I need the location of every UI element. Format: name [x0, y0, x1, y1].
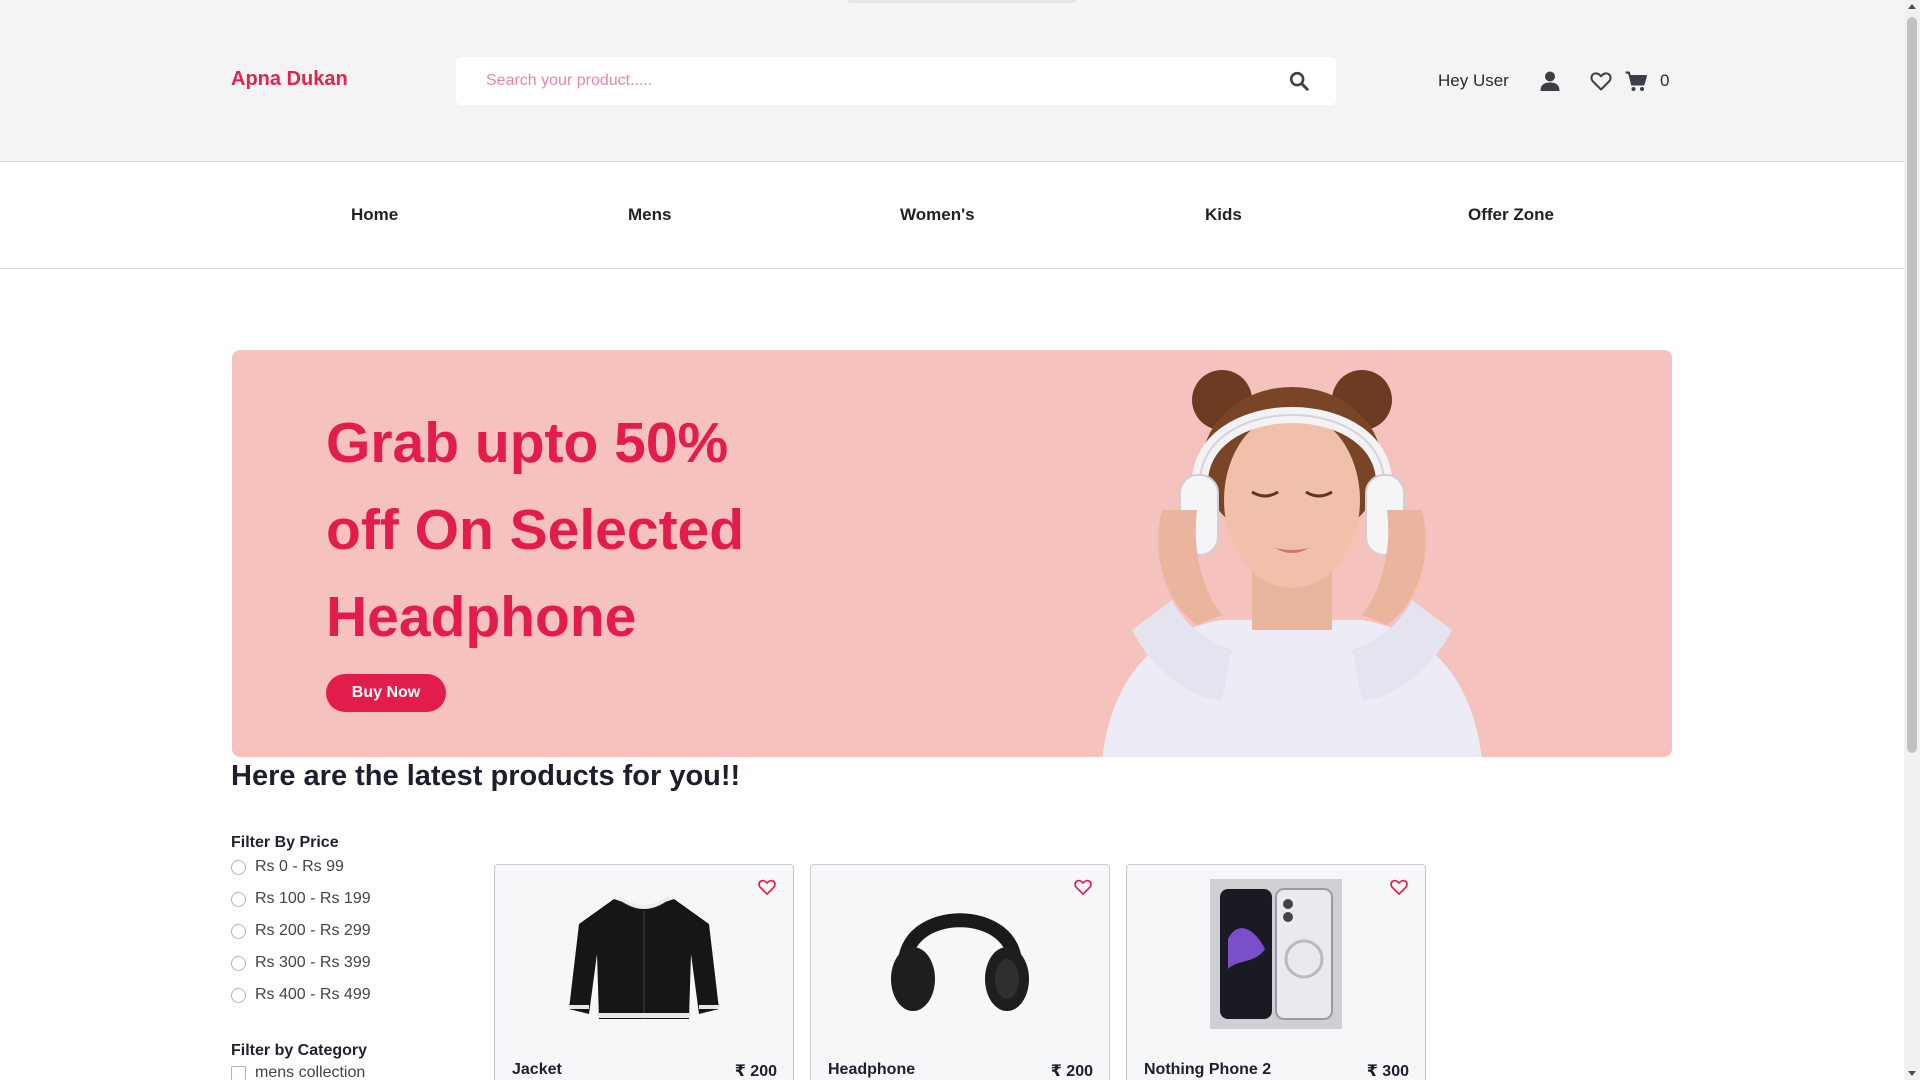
scroll-up-arrow-icon[interactable]: [1908, 4, 1916, 9]
top-notch: [848, 0, 1076, 3]
phone-image: [1210, 879, 1342, 1029]
product-price: ₹ 300: [1366, 1063, 1409, 1080]
price-option[interactable]: Rs 100 - Rs 199: [231, 889, 371, 909]
cart-icon[interactable]: [1624, 69, 1648, 93]
price-radio[interactable]: [231, 923, 246, 939]
hero-headline: Grab upto 50% off On Selected Headphone: [326, 400, 846, 661]
price-option-label: Rs 300 - Rs 399: [255, 954, 371, 971]
brand-logo[interactable]: Apna Dukan: [231, 68, 348, 91]
search-icon[interactable]: [1288, 70, 1310, 92]
price-option[interactable]: Rs 300 - Rs 399: [231, 953, 371, 973]
product-price: ₹ 200: [734, 1063, 777, 1080]
product-card-nothing-phone-2[interactable]: Nothing Phone 2 ₹ 300: [1126, 864, 1426, 1080]
product-name: Jacket: [512, 1061, 562, 1078]
user-icon[interactable]: [1538, 69, 1562, 93]
price-option-label: Rs 100 - Rs 199: [255, 890, 371, 907]
top-header: Apna Dukan Hey User 0: [0, 0, 1904, 162]
product-name: Headphone: [828, 1061, 916, 1078]
hero-line-3: Headphone: [326, 585, 637, 649]
product-price: ₹ 200: [1050, 1063, 1093, 1080]
hero-line-1: Grab upto 50%: [326, 411, 729, 475]
hero-banner: Grab upto 50% off On Selected Headphone …: [232, 350, 1672, 757]
category-option-label: mens collection: [255, 1064, 366, 1080]
product-name: Nothing Phone 2: [1144, 1061, 1272, 1078]
scrollbar-thumb[interactable]: [1907, 17, 1917, 753]
price-radio[interactable]: [231, 891, 246, 907]
filter-category-title: Filter by Category: [231, 1042, 368, 1059]
product-card-headphone[interactable]: Headphone ₹ 200: [810, 864, 1110, 1080]
category-option[interactable]: mens collection: [231, 1063, 365, 1080]
price-option[interactable]: Rs 400 - Rs 499: [231, 985, 371, 1005]
cart-count: 0: [1660, 71, 1670, 90]
nav-kids[interactable]: Kids: [1205, 205, 1242, 225]
nav-home[interactable]: Home: [351, 205, 398, 225]
page-scrollbar[interactable]: [1904, 0, 1920, 1080]
price-option-label: Rs 200 - Rs 299: [255, 922, 371, 939]
scroll-down-arrow-icon[interactable]: [1908, 1071, 1916, 1076]
price-radio[interactable]: [231, 859, 246, 875]
nav-offer-zone[interactable]: Offer Zone: [1468, 205, 1554, 225]
latest-products-heading: Here are the latest products for you!!: [231, 760, 741, 792]
price-option-label: Rs 400 - Rs 499: [255, 986, 371, 1003]
search-input[interactable]: [486, 57, 1266, 105]
nav-womens[interactable]: Women's: [900, 205, 975, 225]
price-option[interactable]: Rs 0 - Rs 99: [231, 857, 344, 877]
category-checkbox[interactable]: [231, 1065, 246, 1080]
wishlist-heart-icon[interactable]: [757, 877, 777, 897]
wishlist-heart-icon[interactable]: [1389, 877, 1409, 897]
wishlist-heart-icon[interactable]: [1073, 877, 1093, 897]
filter-price-title: Filter By Price: [231, 834, 339, 851]
heart-icon[interactable]: [1589, 69, 1613, 93]
price-radio[interactable]: [231, 955, 246, 971]
price-option-label: Rs 0 - Rs 99: [255, 858, 344, 875]
user-greeting: Hey User: [1438, 71, 1509, 90]
jacket-image: [569, 895, 719, 1019]
main-nav: Home Mens Women's Kids Offer Zone: [0, 163, 1904, 269]
price-radio[interactable]: [231, 987, 246, 1003]
buy-now-button[interactable]: Buy Now: [326, 674, 446, 712]
search-bar: [456, 57, 1336, 105]
nav-mens[interactable]: Mens: [628, 205, 671, 225]
product-card-jacket[interactable]: Jacket ₹ 200: [494, 864, 794, 1080]
hero-woman-headphones-image: [1102, 370, 1482, 757]
headphone-image: [891, 913, 1029, 1011]
hero-line-2: off On Selected: [326, 498, 745, 562]
price-option[interactable]: Rs 200 - Rs 299: [231, 921, 371, 941]
